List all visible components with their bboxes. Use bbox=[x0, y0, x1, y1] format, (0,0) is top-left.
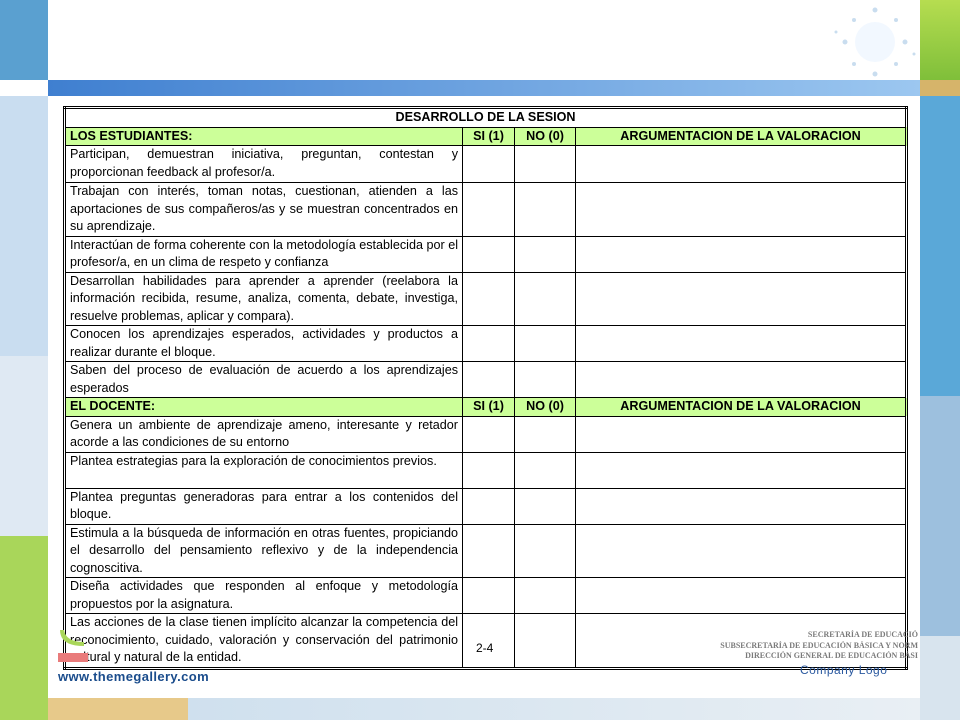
table-title: DESARROLLO DE LA SESION bbox=[64, 107, 907, 128]
table-row: Diseña actividades que responden al enfo… bbox=[64, 577, 907, 614]
table-row: Interactúan de forma coherente con la me… bbox=[64, 235, 907, 273]
header-yes: SI (1) bbox=[462, 126, 515, 146]
table-row: Participan, demuestran iniciativa, pregu… bbox=[64, 145, 907, 183]
company-logo: Company Logo bbox=[800, 663, 888, 677]
no-cell[interactable] bbox=[514, 325, 576, 362]
criterion-text: Conocen los aprendizajes esperados, acti… bbox=[64, 325, 463, 362]
document-page: DESARROLLO DE LA SESION LOS ESTUDIANTES:… bbox=[56, 100, 914, 670]
criterion-text: Interactúan de forma coherente con la me… bbox=[64, 235, 463, 273]
argumentation-cell[interactable] bbox=[575, 451, 907, 489]
pink-accent-bar bbox=[58, 653, 88, 662]
left-frame-block bbox=[0, 536, 48, 720]
criterion-text: Estimula a la búsqueda de información en… bbox=[64, 523, 463, 578]
yes-cell[interactable] bbox=[462, 523, 515, 578]
no-cell[interactable] bbox=[514, 451, 576, 489]
argumentation-cell[interactable] bbox=[575, 325, 907, 362]
header-yes: SI (1) bbox=[462, 397, 515, 417]
argumentation-cell[interactable] bbox=[575, 235, 907, 273]
table-row: Genera un ambiente de aprendizaje ameno,… bbox=[64, 415, 907, 453]
argumentation-cell[interactable] bbox=[575, 145, 907, 183]
left-frame bbox=[0, 0, 48, 720]
seal-line: SUBSECRETARÍA DE EDUCACIÓN BÁSICA Y NORM bbox=[720, 640, 918, 650]
yes-cell[interactable] bbox=[462, 577, 515, 614]
criterion-text: Saben del proceso de evaluación de acuer… bbox=[64, 361, 463, 398]
no-cell[interactable] bbox=[514, 235, 576, 273]
secretaria-seal: SECRETARÍA DE EDUCACIÓ SUBSECRETARÍA DE … bbox=[700, 630, 918, 662]
criterion-text: Participan, demuestran iniciativa, pregu… bbox=[64, 145, 463, 183]
right-frame-block bbox=[920, 396, 960, 636]
table-row: Trabajan con interés, toman notas, cuest… bbox=[64, 182, 907, 237]
no-cell[interactable] bbox=[514, 271, 576, 326]
criterion-text: Desarrollan habilidades para aprender a … bbox=[64, 271, 463, 326]
yes-cell[interactable] bbox=[462, 271, 515, 326]
leaf-decoration bbox=[60, 630, 84, 646]
table-row: Plantea preguntas generadoras para entra… bbox=[64, 487, 907, 525]
no-cell[interactable] bbox=[514, 182, 576, 237]
yes-cell[interactable] bbox=[462, 182, 515, 237]
section-header-students: LOS ESTUDIANTES: bbox=[64, 126, 463, 146]
no-cell[interactable] bbox=[514, 613, 576, 669]
right-frame bbox=[920, 0, 960, 720]
section-header-row: LOS ESTUDIANTES: SI (1) NO (0) ARGUMENTA… bbox=[64, 126, 907, 146]
table-row: Desarrollan habilidades para aprender a … bbox=[64, 271, 907, 326]
no-cell[interactable] bbox=[514, 577, 576, 614]
right-frame-block bbox=[920, 96, 960, 396]
header-argumentation: ARGUMENTACION DE LA VALORACION bbox=[575, 397, 907, 417]
header-no: NO (0) bbox=[514, 126, 576, 146]
table-title-row: DESARROLLO DE LA SESION bbox=[64, 107, 907, 128]
no-cell[interactable] bbox=[514, 523, 576, 578]
argumentation-cell[interactable] bbox=[575, 361, 907, 398]
criterion-text: Diseña actividades que responden al enfo… bbox=[64, 577, 463, 614]
argumentation-cell[interactable] bbox=[575, 487, 907, 525]
yes-cell[interactable] bbox=[462, 145, 515, 183]
section-header-teacher: EL DOCENTE: bbox=[64, 397, 463, 417]
bottom-accent-bar bbox=[48, 698, 920, 720]
table-row: Saben del proceso de evaluación de acuer… bbox=[64, 361, 907, 398]
right-frame-block bbox=[920, 0, 960, 80]
top-accent-bar bbox=[48, 80, 920, 96]
yes-cell[interactable] bbox=[462, 415, 515, 453]
section-header-row: EL DOCENTE: SI (1) NO (0) ARGUMENTACION … bbox=[64, 397, 907, 417]
yes-cell[interactable] bbox=[462, 325, 515, 362]
argumentation-cell[interactable] bbox=[575, 271, 907, 326]
argumentation-cell[interactable] bbox=[575, 577, 907, 614]
criterion-text: Plantea estrategias para la exploración … bbox=[64, 451, 463, 489]
header-no: NO (0) bbox=[514, 397, 576, 417]
left-frame-block bbox=[0, 0, 48, 80]
table-row: Estimula a la búsqueda de información en… bbox=[64, 523, 907, 578]
page-number: 2-4 bbox=[476, 641, 494, 655]
bottom-bar-segment bbox=[188, 698, 920, 720]
right-frame-block bbox=[920, 636, 960, 720]
argumentation-cell[interactable] bbox=[575, 523, 907, 578]
header-argumentation: ARGUMENTACION DE LA VALORACION bbox=[575, 126, 907, 146]
criterion-text: Trabajan con interés, toman notas, cuest… bbox=[64, 182, 463, 237]
criterion-text: Plantea preguntas generadoras para entra… bbox=[64, 487, 463, 525]
yes-cell[interactable] bbox=[462, 487, 515, 525]
criterion-text: Las acciones de la clase tienen implícit… bbox=[64, 613, 463, 669]
left-frame-block bbox=[0, 356, 48, 536]
no-cell[interactable] bbox=[514, 415, 576, 453]
seal-line: SECRETARÍA DE EDUCACIÓ bbox=[807, 630, 918, 639]
footer-url[interactable]: www.themegallery.com bbox=[58, 669, 209, 684]
yes-cell[interactable] bbox=[462, 235, 515, 273]
argumentation-cell[interactable] bbox=[575, 182, 907, 237]
sparkle-decoration bbox=[834, 7, 916, 77]
no-cell[interactable] bbox=[514, 487, 576, 525]
bottom-bar-segment bbox=[48, 698, 188, 720]
table-row: Plantea estrategias para la exploración … bbox=[64, 451, 907, 489]
right-frame-block bbox=[920, 80, 960, 96]
left-frame-block bbox=[0, 96, 48, 356]
yes-cell[interactable] bbox=[462, 361, 515, 398]
evaluation-table: DESARROLLO DE LA SESION LOS ESTUDIANTES:… bbox=[63, 106, 908, 670]
no-cell[interactable] bbox=[514, 361, 576, 398]
argumentation-cell[interactable] bbox=[575, 415, 907, 453]
criterion-text: Genera un ambiente de aprendizaje ameno,… bbox=[64, 415, 463, 453]
yes-cell[interactable] bbox=[462, 451, 515, 489]
table-row: Conocen los aprendizajes esperados, acti… bbox=[64, 325, 907, 362]
seal-line: DIRECCIÓN GENERAL DE EDUCACIÓN BÁSI bbox=[745, 651, 918, 660]
no-cell[interactable] bbox=[514, 145, 576, 183]
